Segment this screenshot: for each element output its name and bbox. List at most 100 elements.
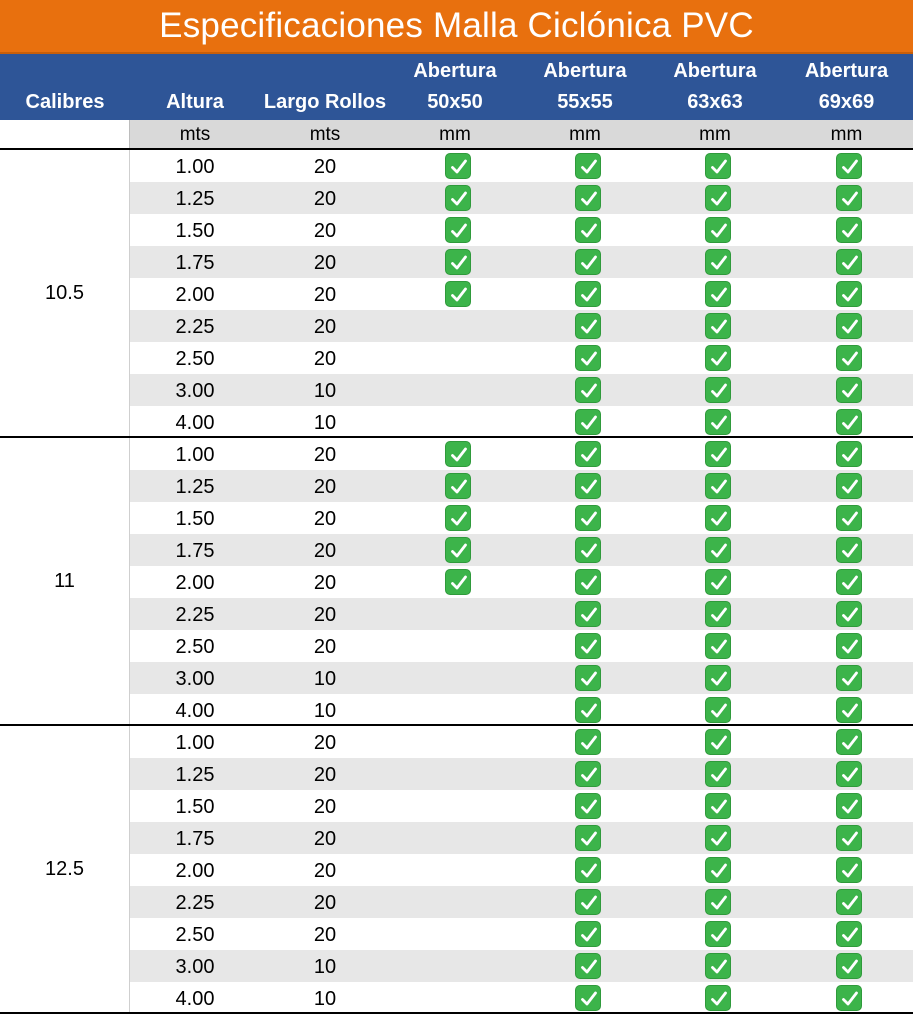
white-check-mark-icon — [836, 985, 862, 1011]
header-abertura-69: Abertura 69x69 — [780, 54, 913, 120]
altura-cell: 4.00 — [175, 988, 215, 1010]
table-row: 1.50 20 — [130, 790, 913, 822]
white-check-mark-icon — [445, 153, 471, 179]
white-check-mark-icon — [575, 601, 601, 627]
white-check-mark-icon — [836, 473, 862, 499]
white-check-mark-icon — [836, 281, 862, 307]
table-row: 1.75 20 — [130, 822, 913, 854]
white-check-mark-icon — [705, 953, 731, 979]
table-row: 1.50 20 — [130, 502, 913, 534]
altura-cell: 1.50 — [175, 220, 215, 242]
table-row: 1.00 20 — [130, 150, 913, 182]
calibre-group: 11 1.00 20 1.25 20 1.50 20 1.75 20 2.00 20 2.25 20 2.… — [0, 438, 913, 726]
white-check-mark-icon — [575, 153, 601, 179]
white-check-mark-icon — [445, 441, 471, 467]
altura-cell: 3.00 — [175, 956, 215, 978]
white-check-mark-icon — [705, 857, 731, 883]
altura-cell: 1.75 — [175, 828, 215, 850]
largo-cell: 20 — [313, 764, 337, 786]
header-altura-label: Altura — [166, 91, 224, 113]
altura-cell: 4.00 — [175, 700, 215, 722]
unit-abertura: mm — [439, 124, 471, 145]
largo-cell: 20 — [313, 604, 337, 626]
table-row: 2.50 20 — [130, 918, 913, 950]
white-check-mark-icon — [836, 953, 862, 979]
white-check-mark-icon — [836, 633, 862, 659]
white-check-mark-icon — [705, 601, 731, 627]
largo-cell: 20 — [313, 636, 337, 658]
largo-cell: 20 — [313, 444, 337, 466]
white-check-mark-icon — [705, 313, 731, 339]
table-row: 2.50 20 — [130, 630, 913, 662]
largo-cell: 10 — [313, 668, 337, 690]
white-check-mark-icon — [705, 793, 731, 819]
unit-abertura: mm — [830, 124, 863, 145]
header-altura: Altura — [130, 54, 260, 120]
header-abertura-label: Abertura — [673, 60, 757, 82]
units-row: mts mts mm mm mm mm — [0, 120, 913, 150]
white-check-mark-icon — [705, 153, 731, 179]
largo-cell: 20 — [313, 924, 337, 946]
white-check-mark-icon — [705, 441, 731, 467]
white-check-mark-icon — [836, 537, 862, 563]
largo-cell: 20 — [313, 828, 337, 850]
table-row: 2.50 20 — [130, 342, 913, 374]
white-check-mark-icon — [836, 153, 862, 179]
white-check-mark-icon — [836, 313, 862, 339]
altura-cell: 1.25 — [175, 476, 215, 498]
white-check-mark-icon — [836, 217, 862, 243]
altura-cell: 2.00 — [175, 572, 215, 594]
altura-cell: 2.50 — [175, 636, 215, 658]
white-check-mark-icon — [575, 729, 601, 755]
largo-cell: 20 — [313, 572, 337, 594]
white-check-mark-icon — [705, 249, 731, 275]
altura-cell: 2.25 — [175, 604, 215, 626]
header-abertura-size: 55x55 — [557, 91, 613, 113]
white-check-mark-icon — [575, 505, 601, 531]
unit-largo: mts — [309, 124, 341, 145]
altura-cell: 1.25 — [175, 188, 215, 210]
altura-cell: 1.50 — [175, 796, 215, 818]
largo-cell: 20 — [313, 796, 337, 818]
table-row: 1.25 20 — [130, 470, 913, 502]
largo-cell: 20 — [313, 156, 337, 178]
table-row: 1.75 20 — [130, 534, 913, 566]
header-abertura-50: Abertura 50x50 — [390, 54, 520, 120]
largo-cell: 10 — [313, 956, 337, 978]
altura-cell: 1.25 — [175, 764, 215, 786]
white-check-mark-icon — [575, 825, 601, 851]
white-check-mark-icon — [445, 569, 471, 595]
white-check-mark-icon — [836, 761, 862, 787]
white-check-mark-icon — [836, 601, 862, 627]
white-check-mark-icon — [575, 761, 601, 787]
largo-cell: 20 — [313, 732, 337, 754]
white-check-mark-icon — [445, 537, 471, 563]
calibre-cell: 10.5 — [0, 150, 130, 436]
white-check-mark-icon — [575, 697, 601, 723]
white-check-mark-icon — [705, 921, 731, 947]
white-check-mark-icon — [705, 569, 731, 595]
largo-cell: 20 — [313, 284, 337, 306]
white-check-mark-icon — [836, 793, 862, 819]
white-check-mark-icon — [836, 345, 862, 371]
white-check-mark-icon — [705, 505, 731, 531]
white-check-mark-icon — [836, 857, 862, 883]
calibre-cell: 11 — [0, 438, 130, 724]
units-blank-cell — [0, 120, 130, 148]
white-check-mark-icon — [836, 441, 862, 467]
white-check-mark-icon — [705, 729, 731, 755]
white-check-mark-icon — [836, 825, 862, 851]
altura-cell: 1.00 — [175, 444, 215, 466]
header-abertura-55: Abertura 55x55 — [520, 54, 650, 120]
white-check-mark-icon — [836, 729, 862, 755]
table-row: 3.00 10 — [130, 950, 913, 982]
white-check-mark-icon — [705, 633, 731, 659]
white-check-mark-icon — [836, 569, 862, 595]
white-check-mark-icon — [575, 281, 601, 307]
white-check-mark-icon — [705, 665, 731, 691]
largo-cell: 10 — [313, 380, 337, 402]
white-check-mark-icon — [836, 505, 862, 531]
header-calibres: Calibres — [0, 54, 130, 120]
white-check-mark-icon — [575, 857, 601, 883]
header-abertura-label: Abertura — [543, 60, 627, 82]
